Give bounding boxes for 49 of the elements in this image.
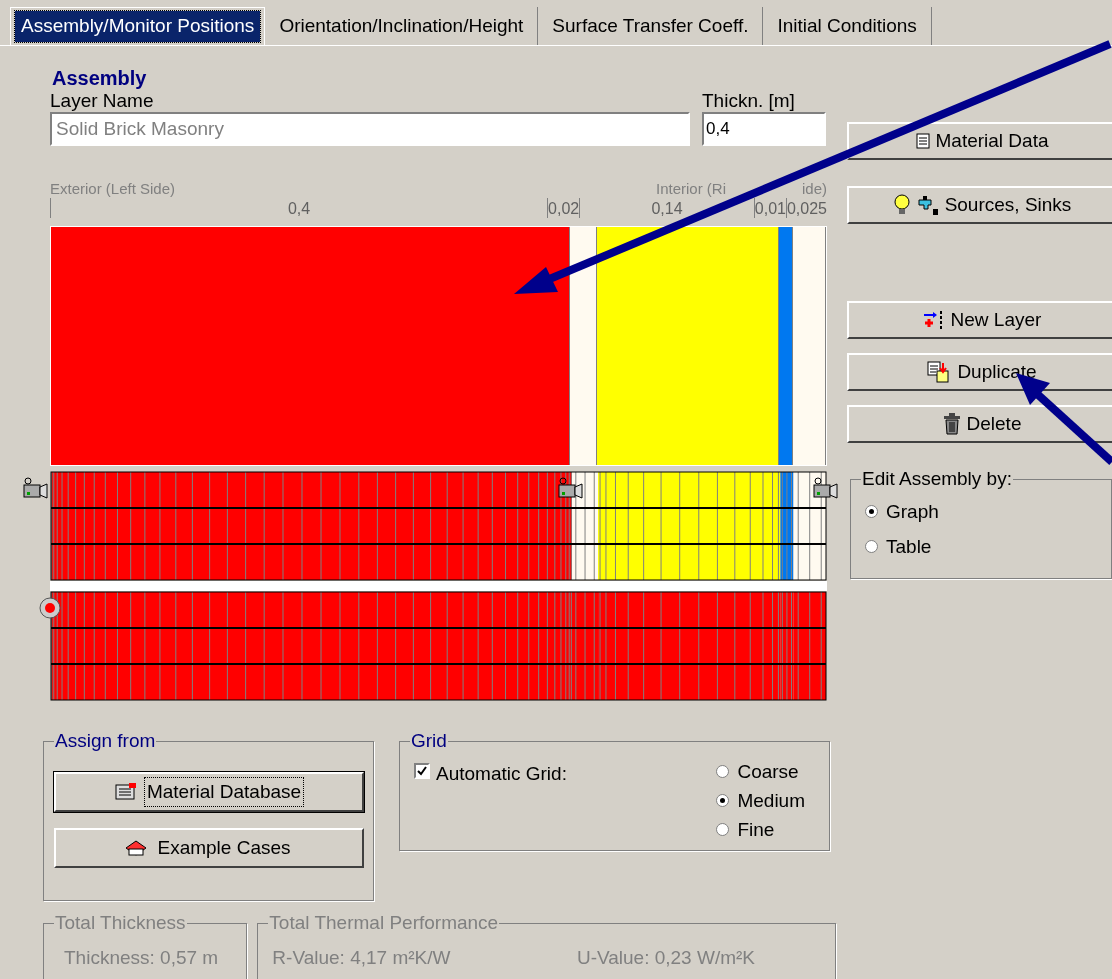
document-icon (915, 133, 930, 149)
tab[interactable]: Orientation/Inclination/Height (265, 7, 539, 45)
layer-thickness-label: 0,4 (287, 200, 311, 218)
layer-thickness-label: 0,025 (786, 200, 827, 218)
radio-button[interactable] (865, 505, 878, 518)
field-label: Thickn. [m] (702, 90, 796, 112)
tab[interactable]: Surface Transfer Coeff. (538, 7, 764, 45)
target-icon (39, 597, 61, 619)
radio-label: Coarse (737, 760, 799, 783)
radio-label: Medium (737, 789, 805, 812)
r-value: R-Value: 4,17 m²K/W (272, 946, 451, 970)
interior-label: Interior (Ri (655, 180, 726, 198)
layer-thickness-label: 0,02 (548, 200, 580, 218)
side-button[interactable]: Delete (847, 405, 1112, 443)
trash-icon (942, 413, 961, 435)
database-icon (113, 782, 138, 802)
tab[interactable]: Assembly/Monitor Positions (10, 7, 266, 45)
u-value: U-Value: 0,23 W/m²K (576, 946, 755, 970)
tab[interactable]: Initial Conditions (763, 7, 932, 45)
new-layer-icon (922, 310, 945, 330)
radio-label: Table (886, 535, 932, 558)
monitor-camera-icon (22, 477, 48, 501)
side-button[interactable]: Sources, Sinks (847, 186, 1112, 224)
side-button[interactable]: Material Data (847, 122, 1112, 160)
assign-button[interactable]: Material Database (54, 772, 364, 812)
radio-label: Graph (886, 500, 939, 523)
monitor-camera-icon (557, 477, 583, 501)
radio-button[interactable] (716, 823, 730, 836)
cases-icon (124, 838, 149, 858)
layer-thickness-label: 0,01 (754, 200, 786, 218)
thickness-value: Thickness: 0,57 m (64, 947, 219, 968)
interior-label-tail: ide) (802, 180, 827, 198)
radio-button[interactable] (716, 765, 730, 778)
checkbox[interactable] (414, 763, 430, 779)
thickness-field[interactable]: 0,4 (702, 112, 826, 146)
monitor-camera-icon (812, 477, 838, 501)
section-title: Assembly (51, 66, 148, 90)
side-button[interactable]: New Layer (847, 301, 1112, 339)
assign-button[interactable]: Example Cases (54, 828, 364, 868)
radio-button[interactable] (716, 794, 730, 807)
duplicate-icon (927, 361, 952, 383)
bulb-and-tap-icon (892, 194, 939, 216)
radio-label: Fine (737, 818, 775, 841)
field-label: Layer Name (50, 90, 155, 112)
side-button[interactable]: Duplicate (847, 353, 1112, 391)
radio-button[interactable] (865, 540, 878, 553)
layer-thickness-label: 0,14 (651, 200, 683, 218)
exterior-label: Exterior (Left Side) (50, 180, 176, 198)
checkbox-label: Automatic Grid: (436, 762, 567, 786)
